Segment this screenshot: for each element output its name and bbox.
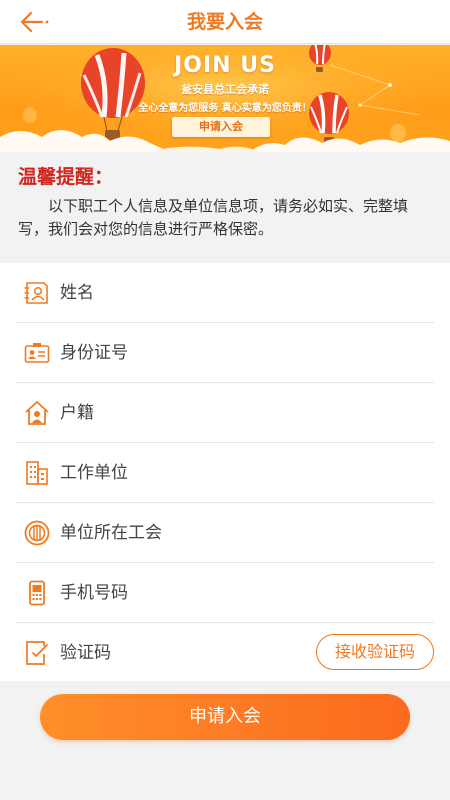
id-card-person-icon: [24, 282, 48, 304]
verification-code-label: 验证码: [60, 643, 111, 663]
join-banner: JOIN US 瓮安县总工会承诺 全心全意为您服务 真心实意为您负责！ 申请入会: [0, 45, 450, 152]
member-form: 姓名 身份证号 户籍 工作单位 单位所在工会 手机号码 验证码 接收验证码: [0, 263, 450, 681]
phone-field[interactable]: 手机号码: [16, 563, 434, 623]
household-field[interactable]: 户籍: [16, 383, 434, 443]
phone-label: 手机号码: [60, 583, 128, 603]
id-badge-icon: [24, 343, 50, 363]
name-label: 姓名: [60, 283, 94, 303]
back-arrow-icon: [20, 11, 49, 33]
notice-text: 以下职工个人信息及单位信息项，请务必如实、完整填写，我们会对您的信息进行严格保密…: [18, 197, 409, 238]
banner-headline: JOIN US: [174, 53, 276, 78]
notice-title: 温馨提醒：: [18, 166, 114, 188]
union-emblem-icon: [24, 520, 50, 546]
back-button[interactable]: [14, 8, 54, 36]
building-icon: [26, 461, 48, 485]
house-person-icon: [25, 401, 49, 425]
household-label: 户籍: [60, 403, 94, 423]
top-bar: 我要入会: [0, 0, 450, 44]
verification-code-field[interactable]: 验证码 接收验证码: [16, 623, 434, 683]
submit-button[interactable]: 申请入会: [40, 694, 410, 740]
id-number-label: 身份证号: [60, 343, 128, 363]
workplace-field[interactable]: 工作单位: [16, 443, 434, 503]
page-title: 我要入会: [186, 11, 263, 33]
id-number-field[interactable]: 身份证号: [16, 323, 434, 383]
phone-icon: [29, 580, 45, 606]
union-label: 单位所在工会: [60, 523, 162, 543]
name-field[interactable]: 姓名: [16, 263, 434, 323]
banner-apply-button[interactable]: 申请入会: [172, 117, 270, 137]
banner-slogan: 全心全意为您服务 真心实意为您负责！: [138, 103, 312, 114]
banner-subheadline: 瓮安县总工会承诺: [181, 83, 269, 96]
workplace-label: 工作单位: [60, 463, 128, 483]
union-field[interactable]: 单位所在工会: [16, 503, 434, 563]
get-code-button[interactable]: 接收验证码: [316, 634, 434, 670]
edit-document-icon: [26, 641, 48, 665]
